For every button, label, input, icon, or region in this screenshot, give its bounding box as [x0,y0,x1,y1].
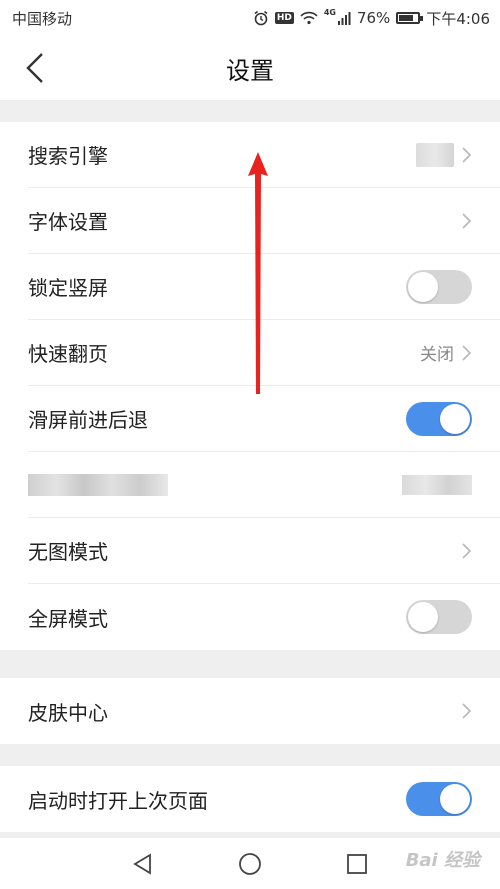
fullscreen-mode-toggle[interactable] [406,600,472,634]
restore-last-page-toggle[interactable] [406,782,472,816]
wifi-icon [300,11,318,25]
no-image-mode-label: 无图模式 [28,540,108,564]
network-type: 4G [323,7,336,17]
swipe-navigation-label: 滑屏前进后退 [28,408,148,432]
row-fullscreen-mode: 全屏模式 [28,584,500,650]
signal-icon [337,12,351,25]
fast-page-turn-label: 快速翻页 [28,342,108,366]
settings-section-general: 搜索引擎 字体设置 锁定竖屏 快速翻页 关闭 滑屏前进后退 无图模式 全屏模式 [0,122,500,650]
chevron-right-icon [462,212,472,229]
blurred-setting-value [402,474,472,495]
status-bar: 中国移动 HD 4G 76% 下午4:06 [0,0,500,36]
settings-section-skin: 皮肤中心 [0,678,500,744]
row-blurred-setting[interactable] [28,452,500,518]
nav-home-button[interactable] [235,849,265,879]
triangle-back-icon [133,852,152,875]
swipe-navigation-toggle[interactable] [406,401,472,436]
skin-center-label: 皮肤中心 [28,700,108,725]
status-icons: HD 4G 76% 下午4:06 [253,8,490,29]
row-swipe-navigation: 滑屏前进后退 [28,386,500,452]
app-header: 设置 [0,36,500,100]
settings-section-startup: 启动时打开上次页面 [0,766,500,832]
chevron-left-icon [26,53,43,83]
hd-icon: HD [274,12,294,24]
back-button[interactable] [24,50,64,86]
lock-portrait-label: 锁定竖屏 [28,276,108,300]
row-skin-center[interactable]: 皮肤中心 [28,678,500,744]
font-settings-label: 字体设置 [28,210,108,234]
chevron-right-icon [462,542,472,559]
battery-percent: 76% [356,9,391,27]
alarm-icon [254,10,268,26]
row-search-engine[interactable]: 搜索引擎 [28,122,500,188]
circle-home-icon [239,852,261,875]
chevron-right-icon [462,703,472,719]
search-engine-value-blurred [416,142,454,167]
lock-portrait-toggle[interactable] [406,269,472,304]
clock: 下午4:06 [426,9,490,28]
chevron-right-icon [462,146,472,163]
fast-page-turn-value: 关闭 [420,345,454,365]
nav-recents-button[interactable] [342,849,372,879]
restore-last-page-label: 启动时打开上次页面 [28,788,208,813]
blurred-setting-label [28,473,168,496]
fullscreen-mode-label: 全屏模式 [28,606,108,631]
watermark: Bai 经验 [405,850,480,871]
page-title: 设置 [226,56,274,85]
chevron-right-icon [462,344,472,361]
nav-back-button[interactable] [128,849,158,879]
battery-icon [396,12,424,24]
row-restore-last-page: 启动时打开上次页面 [28,766,500,832]
search-engine-label: 搜索引擎 [28,144,108,168]
carrier-name: 中国移动 [12,9,73,28]
row-font-settings[interactable]: 字体设置 [28,188,500,254]
row-lock-portrait: 锁定竖屏 [28,254,500,320]
row-no-image-mode[interactable]: 无图模式 [28,518,500,584]
square-recents-icon [346,853,367,874]
row-fast-page-turn[interactable]: 快速翻页 关闭 [28,320,500,386]
